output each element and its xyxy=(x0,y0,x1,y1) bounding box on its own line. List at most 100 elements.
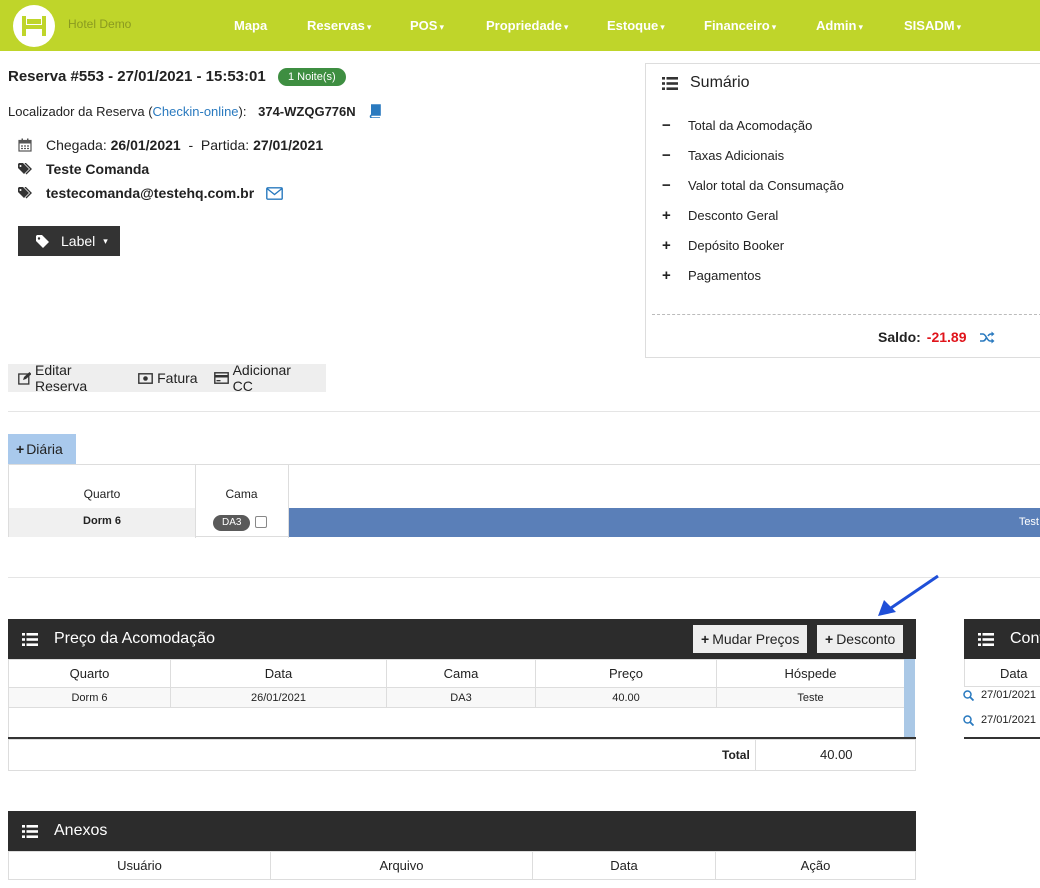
invoice-label: Fatura xyxy=(157,370,198,386)
guest-stay-bar[interactable]: Test xyxy=(289,508,1040,537)
expand-icon: + xyxy=(662,267,671,284)
side-panel-divider xyxy=(964,737,1040,739)
side-panel-title: Cont xyxy=(1010,630,1040,647)
diaria-tab-label: Diária xyxy=(26,441,63,457)
column-header-action: Ação xyxy=(715,851,916,880)
side-panel-row[interactable]: 27/01/2021 xyxy=(963,714,1036,726)
envelope-icon[interactable] xyxy=(266,186,284,200)
column-header-room: Quarto xyxy=(83,487,121,501)
summary-item-label: Desconto Geral xyxy=(688,208,779,223)
brand-name[interactable]: Hotel Demo xyxy=(68,17,131,31)
book-icon[interactable] xyxy=(369,104,382,121)
guest-name-row: Teste Comanda xyxy=(18,161,149,177)
top-navbar: Hotel Demo Mapa Reservas ▾ POS ▾ Proprieda… xyxy=(0,0,1040,51)
nav-financeiro[interactable]: Financeiro ▾ xyxy=(704,18,776,33)
nav-financeiro-label: Financeiro xyxy=(704,18,770,33)
bed-logo-icon xyxy=(22,16,46,36)
tag-icon xyxy=(36,234,49,248)
edit-reservation-label: Editar Reserva xyxy=(35,362,88,394)
label-button-text: Label xyxy=(61,233,96,249)
shuffle-icon[interactable] xyxy=(980,331,995,344)
summary-item-total-acomodacao[interactable]: − Total da Acomodação xyxy=(662,117,812,134)
stay-dates: Chegada: 26/01/2021 - Partida: 27/01/202… xyxy=(18,137,323,153)
nav-propriedade-label: Propriedade xyxy=(486,18,562,33)
locator-prefix: Localizador da Reserva ( xyxy=(8,104,153,119)
summary-item-consumacao[interactable]: − Valor total da Consumação xyxy=(662,177,844,194)
change-prices-button[interactable]: + Mudar Preços xyxy=(693,625,808,653)
checkin-online-link[interactable]: Checkin-online xyxy=(153,104,239,119)
summary-item-pagamentos[interactable]: + Pagamentos xyxy=(662,267,761,284)
add-credit-card-label: Adicionar CC xyxy=(232,362,291,394)
add-diaria-tab[interactable]: + Diária xyxy=(8,434,76,464)
departure-label: Partida: xyxy=(200,137,250,153)
saldo-row: Saldo: -21.89 xyxy=(878,329,995,345)
nav-admin[interactable]: Admin ▾ xyxy=(816,18,863,33)
nav-reservas[interactable]: Reservas ▾ xyxy=(307,18,371,33)
guest-name: Teste Comanda xyxy=(46,161,150,177)
side-panel-header-row: Data xyxy=(964,659,1040,687)
nav-sisadm[interactable]: SISADM ▾ xyxy=(904,18,961,33)
cell-bed: DA3 xyxy=(386,687,536,708)
edit-reservation-button[interactable]: Editar Reserva xyxy=(18,362,122,394)
guest-email-row: testecomanda@testehq.com.br xyxy=(18,185,284,201)
expand-icon: + xyxy=(662,207,671,224)
nav-pos[interactable]: POS ▾ xyxy=(410,18,444,33)
nav-estoque-label: Estoque xyxy=(607,18,659,33)
locator-suffix: ): xyxy=(238,104,247,119)
plus-icon: + xyxy=(16,441,25,457)
discount-button[interactable]: + Desconto xyxy=(817,625,904,653)
section-divider xyxy=(8,411,1040,412)
price-table-scrollbar[interactable] xyxy=(904,659,915,737)
chevron-down-icon: ▾ xyxy=(858,22,863,32)
search-icon[interactable] xyxy=(963,714,981,726)
diaria-table: Quarto Cama Dorm 6 DA3 Test xyxy=(8,464,1040,538)
locator-code: 374-WZQG776N xyxy=(258,104,356,119)
column-header-bed: Cama xyxy=(225,487,258,501)
change-prices-label: Mudar Preços xyxy=(712,631,800,647)
search-icon[interactable] xyxy=(963,689,981,701)
nav-mapa[interactable]: Mapa xyxy=(234,18,267,33)
column-header-date: Data xyxy=(170,659,387,688)
hotel-logo[interactable] xyxy=(13,5,55,47)
chevron-down-icon: ▾ xyxy=(771,22,777,32)
chevron-down-icon: ▾ xyxy=(366,22,372,32)
summary-item-desconto-geral[interactable]: + Desconto Geral xyxy=(662,207,778,224)
summary-item-deposito-booker[interactable]: + Depósito Booker xyxy=(662,237,784,254)
chevron-down-icon: ▾ xyxy=(103,235,108,246)
nav-propriedade[interactable]: Propriedade ▾ xyxy=(486,18,568,33)
date-separator: - xyxy=(188,137,194,153)
arrival-date: 26/01/2021 xyxy=(110,137,181,153)
calendar-icon xyxy=(18,138,36,152)
chevron-down-icon: ▾ xyxy=(956,22,962,32)
chevron-down-icon: ▾ xyxy=(563,22,569,32)
side-panel-row[interactable]: 27/01/2021 xyxy=(963,689,1036,701)
price-panel-title: Preço da Acomodação xyxy=(54,630,215,647)
total-value-cell: 40.00 xyxy=(755,739,917,771)
invoice-button[interactable]: Fatura xyxy=(138,370,198,386)
column-header-guest: Hóspede xyxy=(716,659,905,688)
nav-estoque[interactable]: Estoque ▾ xyxy=(607,18,665,33)
summary-item-label: Depósito Booker xyxy=(688,238,785,253)
summary-header: Sumário xyxy=(662,74,750,92)
saldo-value: -21.89 xyxy=(926,329,967,345)
attachments-table: Usuário Arquivo Data Ação xyxy=(8,851,916,880)
attachments-panel-header: Anexos xyxy=(8,811,916,851)
collapse-icon: − xyxy=(662,147,671,164)
table-row[interactable]: Dorm 6 26/01/2021 DA3 40.00 Teste xyxy=(8,687,905,708)
bed-badge: DA3 xyxy=(213,515,251,531)
nav-admin-label: Admin xyxy=(816,18,857,33)
add-credit-card-button[interactable]: Adicionar CC xyxy=(213,362,310,394)
summary-panel: Sumário − Total da Acomodação − Taxas Adic… xyxy=(645,63,1040,358)
price-total-row: Total 40.00 xyxy=(8,739,916,771)
nav-pos-label: POS xyxy=(410,18,438,33)
departure-date: 27/01/2021 xyxy=(253,137,324,153)
summary-divider xyxy=(652,314,1040,315)
label-dropdown-button[interactable]: Label ▾ xyxy=(18,226,120,256)
saldo-label: Saldo: xyxy=(878,329,921,345)
summary-item-taxas[interactable]: − Taxas Adicionais xyxy=(662,147,784,164)
column-header-date: Data xyxy=(1000,666,1028,681)
column-header-price: Preço xyxy=(535,659,717,688)
bed-checkbox[interactable] xyxy=(255,516,267,528)
edit-icon xyxy=(18,371,31,385)
list-icon xyxy=(978,632,994,646)
